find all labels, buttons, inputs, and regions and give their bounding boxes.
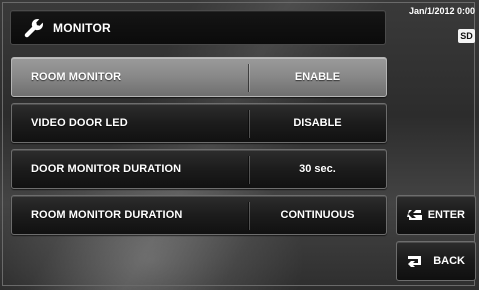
wrench-icon — [24, 18, 43, 37]
datetime-display: Jan/1/2012 0:00 — [408, 6, 475, 16]
enter-button[interactable]: ENTER — [396, 195, 476, 235]
setting-label: VIDEO DOOR LED — [31, 117, 128, 129]
setting-value: CONTINUOUS — [280, 209, 355, 221]
sd-card-badge: SD — [458, 29, 475, 43]
setting-row-room-monitor[interactable]: ROOM MONITOR ENABLE — [11, 57, 387, 97]
back-arrow-icon — [408, 256, 421, 267]
enter-arrow-icon — [407, 210, 422, 220]
setting-row-door-monitor-duration[interactable]: DOOR MONITOR DURATION 30 sec. — [11, 149, 387, 189]
setting-label: DOOR MONITOR DURATION — [31, 163, 182, 175]
setting-row-room-monitor-duration[interactable]: ROOM MONITOR DURATION CONTINUOUS — [11, 195, 387, 235]
back-button[interactable]: BACK — [396, 241, 476, 281]
setting-row-video-door-led[interactable]: VIDEO DOOR LED DISABLE — [11, 103, 387, 143]
setting-value: ENABLE — [294, 71, 341, 83]
setting-label: ROOM MONITOR — [31, 71, 122, 83]
page-title: MONITOR — [53, 20, 111, 35]
back-button-label: BACK — [433, 255, 465, 267]
setting-label: ROOM MONITOR DURATION — [31, 209, 183, 221]
monitor-screen: MONITOR Jan/1/2012 0:00 SD ROOM MONITOR … — [0, 0, 479, 290]
enter-button-label: ENTER — [427, 209, 465, 221]
setting-value: 30 sec. — [299, 163, 336, 175]
title-bar: MONITOR — [10, 10, 386, 45]
setting-value: DISABLE — [293, 117, 342, 129]
